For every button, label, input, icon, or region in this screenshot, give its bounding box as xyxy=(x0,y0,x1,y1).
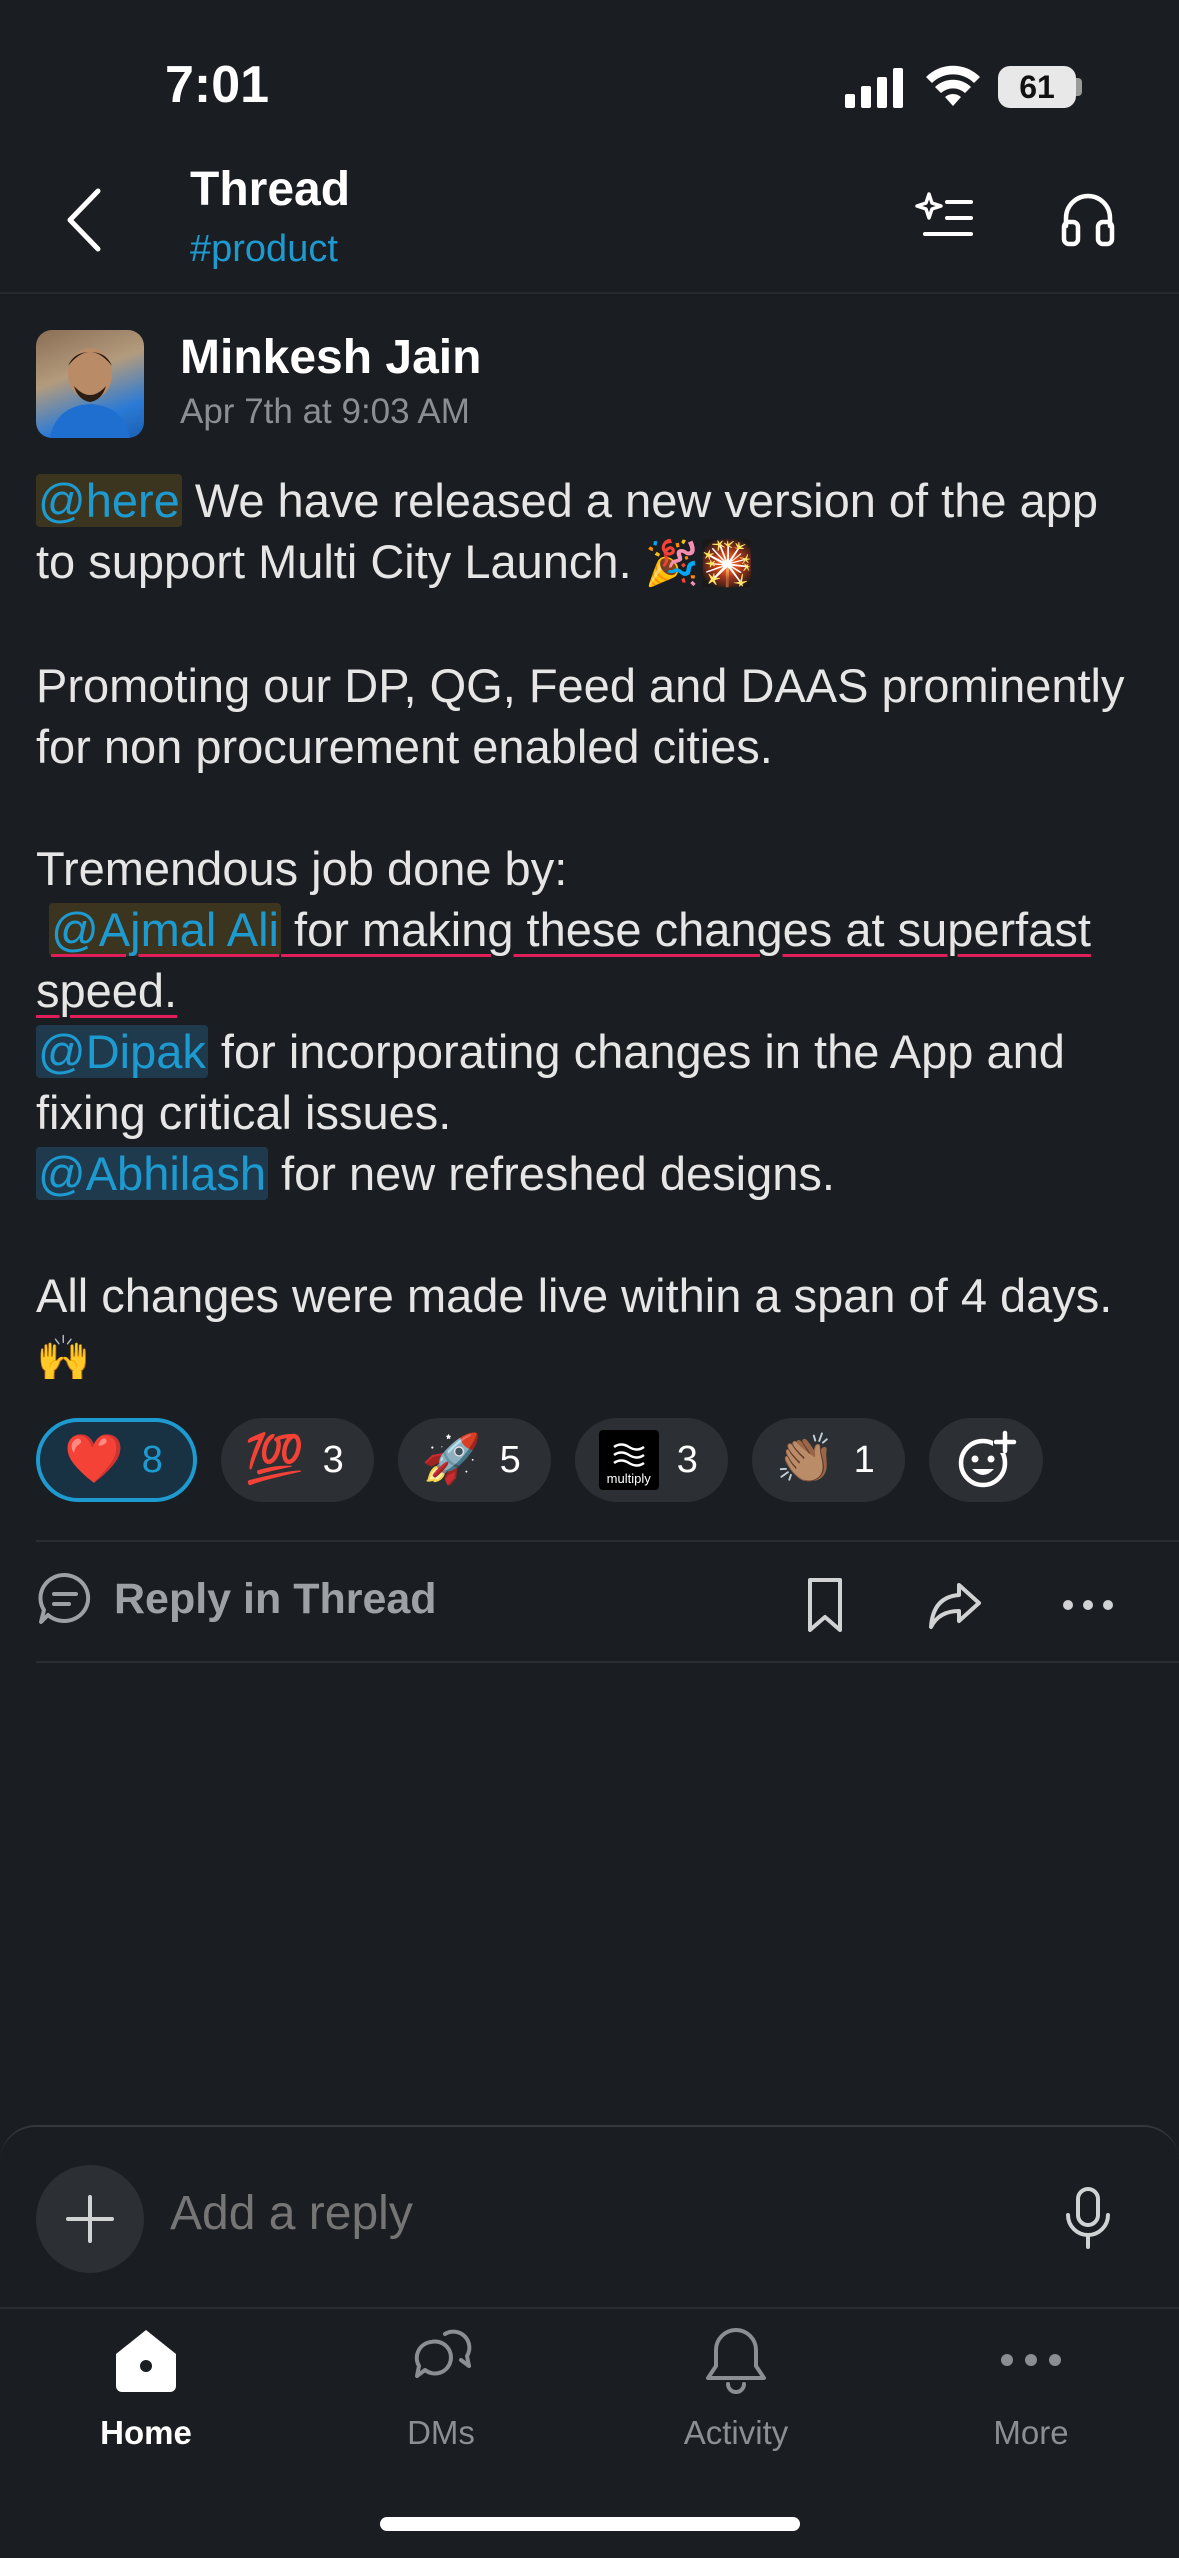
reaction-count: 8 xyxy=(141,1438,163,1481)
message-author[interactable]: Minkesh Jain xyxy=(180,330,481,385)
rocket-emoji: 🚀 xyxy=(421,1433,482,1486)
home-icon xyxy=(116,2330,176,2392)
mention-abhilash[interactable]: @Abhilash xyxy=(36,1147,269,1200)
multiply-waves-icon xyxy=(612,1443,645,1467)
bookmark-icon[interactable] xyxy=(800,1575,850,1635)
microphone-icon[interactable] xyxy=(1060,2185,1116,2251)
reaction-count: 5 xyxy=(499,1438,521,1481)
message-body: @here We have released a new version of … xyxy=(36,470,1146,1389)
message-paragraph-4: All changes were made live within a span… xyxy=(36,1265,1146,1389)
tab-home[interactable]: Home xyxy=(36,2320,256,2452)
more-actions-icon[interactable] xyxy=(1058,1575,1118,1635)
tab-home-label: Home xyxy=(100,2414,192,2451)
attach-button[interactable] xyxy=(36,2165,144,2273)
raised-hands-emoji: 🙌 xyxy=(36,1334,91,1383)
tab-activity[interactable]: Activity xyxy=(626,2320,846,2452)
multiply-logo-icon: multiply xyxy=(598,1430,659,1490)
message-text: for new refreshed designs. xyxy=(268,1147,835,1200)
header-channel-link[interactable]: #product xyxy=(190,228,338,271)
reaction-count: 3 xyxy=(322,1438,344,1481)
reactions-bar: ❤️ 8 💯 3 🚀 5 multiply 3 👏🏽 1 xyxy=(36,1418,1043,1502)
headphones-icon[interactable] xyxy=(1058,188,1118,248)
home-indicator xyxy=(380,2517,800,2531)
reply-bubble-icon xyxy=(38,1572,91,1624)
reply-in-thread-button[interactable]: Reply in Thread xyxy=(36,1570,437,1628)
message-line-abhilash: @Abhilash for new refreshed designs. xyxy=(36,1143,1146,1204)
reaction-clap[interactable]: 👏🏽 1 xyxy=(751,1418,905,1502)
share-forward-icon[interactable] xyxy=(925,1575,985,1635)
reply-input[interactable] xyxy=(168,2185,972,2242)
message-paragraph-1: @here We have released a new version of … xyxy=(36,470,1146,594)
message-timestamp: Apr 7th at 9:03 AM xyxy=(180,392,470,431)
header-divider xyxy=(0,292,1179,294)
add-emoji-icon xyxy=(958,1430,1017,1488)
mention-ajmal-ali[interactable]: @Ajmal Ali xyxy=(49,903,281,956)
tab-more-label: More xyxy=(993,2414,1069,2451)
more-dots-icon xyxy=(1001,2354,1061,2366)
reaction-rocket[interactable]: 🚀 5 xyxy=(397,1418,551,1502)
divider xyxy=(36,1661,1179,1663)
tab-dms-label: DMs xyxy=(407,2414,475,2451)
reply-in-thread-label: Reply in Thread xyxy=(114,1574,437,1623)
message-paragraph-2: Promoting our DP, QG, Feed and DAAS prom… xyxy=(36,659,1125,773)
battery-indicator: 61 xyxy=(998,66,1076,108)
tab-more[interactable]: More xyxy=(921,2320,1141,2452)
message-text: We have released a new version of the ap… xyxy=(36,474,1098,588)
multiply-logo-text: multiply xyxy=(606,1471,651,1486)
divider xyxy=(36,1540,1179,1542)
battery-tip xyxy=(1076,78,1082,96)
reaction-multiply[interactable]: multiply 3 xyxy=(574,1418,728,1502)
hundred-points-emoji: 💯 xyxy=(244,1433,305,1486)
mention-here[interactable]: @here xyxy=(36,474,182,527)
wifi-icon xyxy=(926,65,980,106)
heart-emoji: ❤️ xyxy=(64,1433,124,1486)
back-chevron-icon[interactable] xyxy=(60,185,110,255)
avatar[interactable] xyxy=(36,330,144,438)
status-time: 7:01 xyxy=(165,56,270,114)
add-reaction-button[interactable] xyxy=(928,1418,1043,1502)
cellular-signal-icon xyxy=(845,68,903,108)
reaction-count: 1 xyxy=(853,1438,875,1481)
reaction-heart[interactable]: ❤️ 8 xyxy=(36,1418,197,1502)
party-emoji: 🎉🎇 xyxy=(644,539,755,588)
avatar-portrait-icon xyxy=(50,348,130,438)
dms-bubbles-icon xyxy=(414,2329,472,2378)
message-paragraph-3-intro: Tremendous job done by: xyxy=(36,842,568,895)
message-text: All changes were made live within a span… xyxy=(36,1269,1113,1322)
mention-dipak[interactable]: @Dipak xyxy=(36,1025,208,1078)
tab-activity-label: Activity xyxy=(683,2414,789,2451)
tab-dms[interactable]: DMs xyxy=(331,2320,551,2452)
clapping-hands-emoji: 👏🏽 xyxy=(775,1433,836,1486)
ai-summary-icon[interactable] xyxy=(915,188,975,248)
header-title: Thread xyxy=(190,163,351,216)
bell-icon xyxy=(706,2328,766,2394)
reaction-count: 3 xyxy=(676,1438,698,1481)
reaction-100[interactable]: 💯 3 xyxy=(220,1418,374,1502)
plus-icon xyxy=(66,2195,114,2243)
message-line-ajmal: @Ajmal Ali for making these changes at s… xyxy=(36,899,1146,1021)
message-line-dipak: @Dipak for incorporating changes in the … xyxy=(36,1021,1146,1143)
